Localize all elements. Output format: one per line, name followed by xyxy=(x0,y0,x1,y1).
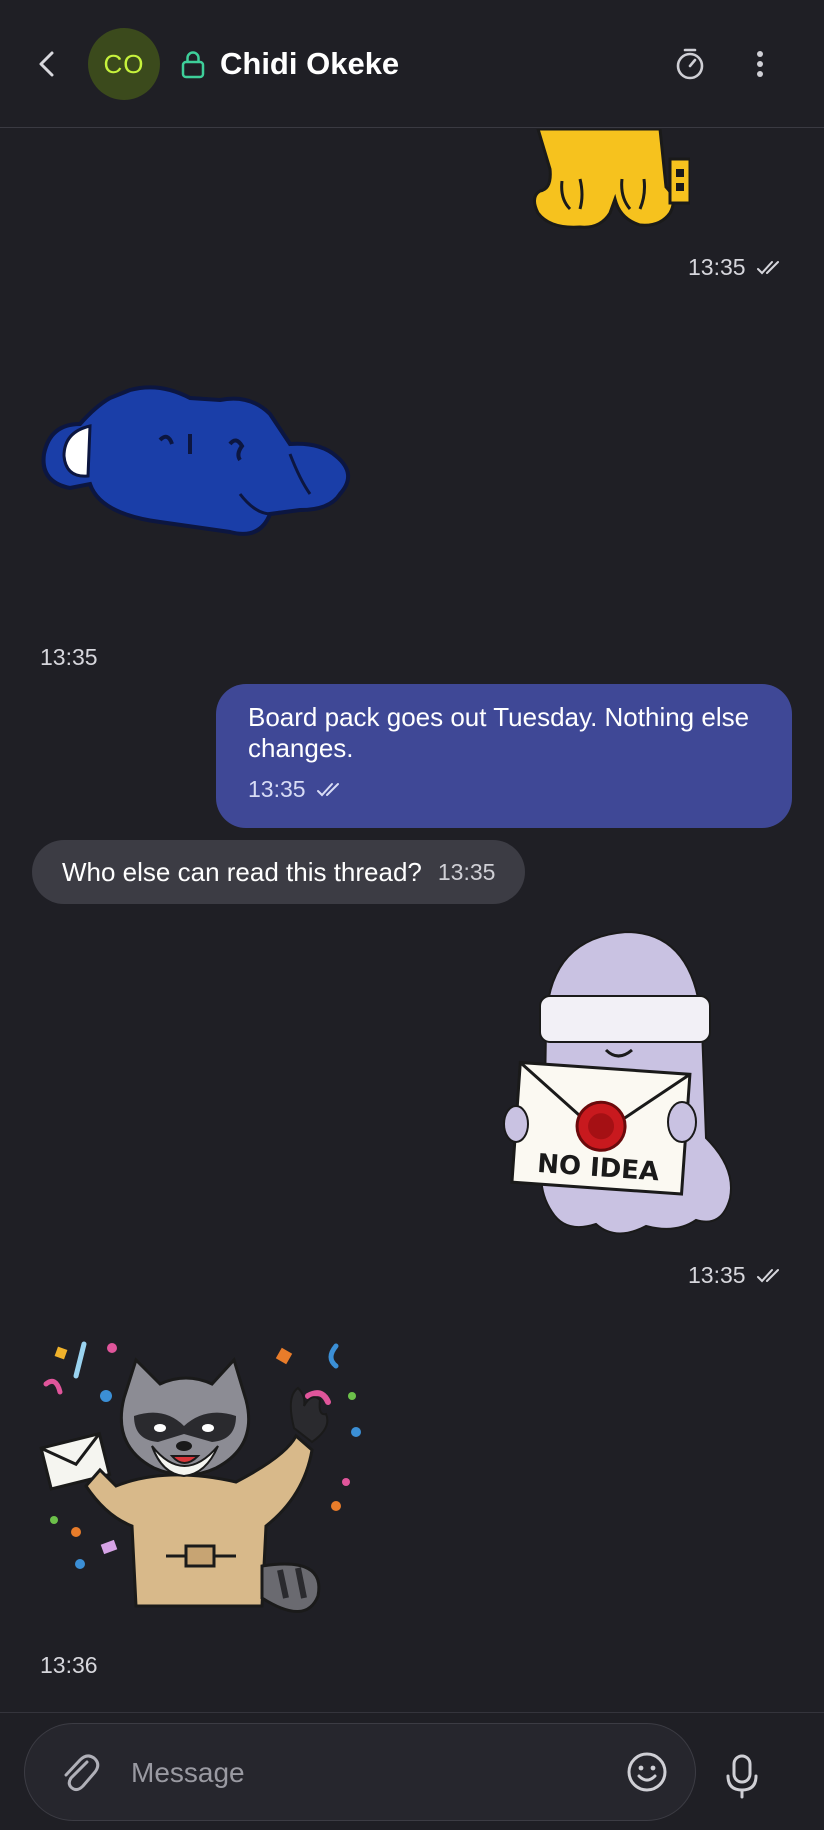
ghost-no-idea-sticker[interactable]: NO IDEA xyxy=(496,928,752,1248)
back-arrow-icon xyxy=(39,51,54,77)
disappearing-timer-icon xyxy=(676,48,704,80)
conversation-header: CO Chidi Okeke xyxy=(0,0,824,128)
message-composer xyxy=(0,1712,824,1830)
timestamp: 13:35 xyxy=(688,1262,746,1288)
avatar[interactable]: CO xyxy=(88,28,160,100)
attach-button[interactable] xyxy=(57,1750,101,1794)
message-input-pill xyxy=(24,1723,696,1821)
emoji-icon xyxy=(627,1752,667,1792)
read-receipt-icon xyxy=(316,782,339,796)
timestamp: 13:35 xyxy=(248,776,306,802)
timestamp: 13:35 xyxy=(437,858,496,885)
back-button[interactable] xyxy=(24,40,72,88)
voice-message-button[interactable] xyxy=(720,1752,764,1800)
contact-name: Chidi Okeke xyxy=(220,46,400,81)
more-vert-icon xyxy=(757,51,763,77)
read-receipt-icon xyxy=(756,260,779,274)
incoming-message-bubble[interactable]: Who else can read this thread? 13:35 xyxy=(32,840,526,904)
raccoon-envelope-sticker[interactable] xyxy=(36,1336,376,1616)
microphone-icon xyxy=(726,1754,758,1799)
message-time: 13:36 xyxy=(40,1652,98,1679)
message-input[interactable] xyxy=(129,1746,633,1800)
conversation-title[interactable]: Chidi Okeke xyxy=(180,44,399,84)
more-options-button[interactable] xyxy=(740,44,780,84)
timestamp: 13:36 xyxy=(40,1652,98,1678)
yellow-creature-sticker[interactable] xyxy=(520,129,690,241)
message-time: 13:35 xyxy=(688,1262,784,1289)
lock-icon xyxy=(181,51,205,79)
blue-lock-lying-sticker[interactable] xyxy=(40,384,366,544)
chat-screen: CO Chidi Okeke 13:35 13:35 Board pack go… xyxy=(0,0,824,1830)
timestamp: 13:35 xyxy=(688,254,746,280)
paperclip-icon xyxy=(64,1754,100,1792)
message-time: 13:35 xyxy=(688,254,784,281)
message-time: 13:35 xyxy=(40,644,98,671)
message-text: Who else can read this thread? xyxy=(62,856,422,887)
outgoing-message-bubble[interactable]: Board pack goes out Tuesday. Nothing els… xyxy=(216,684,792,828)
disappearing-messages-button[interactable] xyxy=(670,44,710,84)
emoji-button[interactable] xyxy=(625,1750,669,1794)
message-meta: 13:35 xyxy=(248,776,760,803)
message-text: Board pack goes out Tuesday. Nothing els… xyxy=(248,702,750,763)
timestamp: 13:35 xyxy=(40,644,98,670)
read-receipt-icon xyxy=(756,1268,779,1282)
